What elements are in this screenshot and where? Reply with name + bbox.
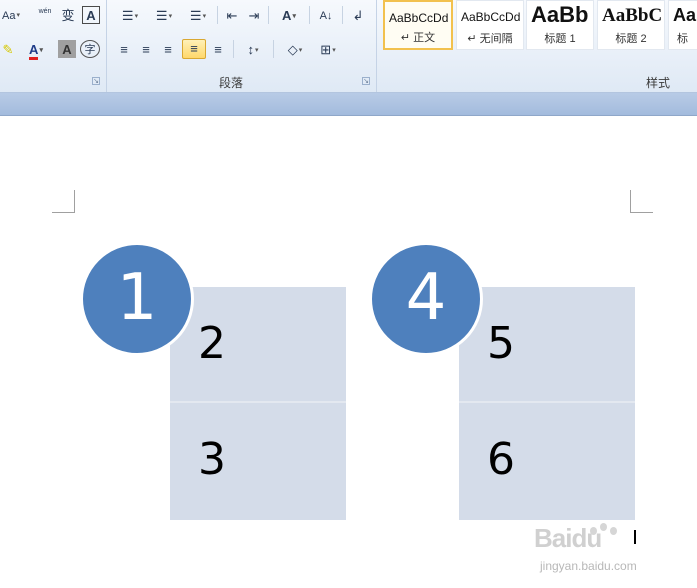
character-shading-icon: A [62,42,72,57]
bullets-button[interactable]: ☰▾ [114,6,146,24]
chinese-layout-button[interactable]: A▾ [274,6,304,24]
paw-icon [610,527,617,535]
toolbar-divider [233,40,234,58]
align-center-button[interactable]: ≡ [136,40,156,58]
character-border-button[interactable]: A [82,6,100,24]
ribbon-band [0,93,697,116]
numbering-button[interactable]: ☰▾ [148,6,180,24]
character-shading-button[interactable]: A [58,40,76,58]
group-separator [106,0,107,92]
align-right-button[interactable]: ≡ [158,40,178,58]
style-name: 标题 1 [544,33,576,45]
borders-button[interactable]: ⊞▾ [312,40,344,58]
distributed-align-icon: ≡ [214,42,222,57]
style-name: ↵ 正文 [400,32,436,44]
multilevel-list-button[interactable]: ☰▾ [182,6,214,24]
toolbar-divider [342,6,343,24]
line-spacing-button[interactable]: ↕▾ [238,40,268,58]
crop-mark-left [52,190,75,213]
cell-number: 2 [198,318,226,369]
cell-divider [170,401,346,403]
baidu-site: jingyan.baidu.com [540,559,637,573]
align-center-icon: ≡ [142,42,150,57]
change-case-icon: Aa [2,10,16,22]
multilevel-list-icon: ☰ [189,8,202,23]
sort-icon: A↓ [319,10,333,22]
cell-number: 5 [487,318,515,369]
style-name: 标题 2 [615,33,647,45]
paint-bucket-icon: ◇ [287,42,298,57]
show-hide-marks-button[interactable]: ↲ [348,6,368,24]
toolbar-divider [309,6,310,24]
phonetic-guide-icon: wén [38,8,52,15]
style-sample: AaBbCcDd [461,10,521,24]
toolbar-divider [217,6,218,24]
style-heading-2[interactable]: AaBbC 标题 2 [597,0,665,50]
enclose-characters-icon: 字 [84,44,96,56]
cell-number: 3 [198,434,226,485]
table-left[interactable] [170,287,346,520]
toolbar-divider [273,40,274,58]
increase-indent-icon: ⇥ [248,8,260,23]
style-sample: AaBb [531,2,589,27]
font-color-button[interactable]: A▾ [22,40,50,60]
distributed-align-button[interactable]: ≡ [208,40,228,58]
style-sample: AaBbC [602,5,663,26]
justify-icon: ≡ [190,41,198,56]
align-left-icon: ≡ [120,42,128,57]
ribbon: Aa▾ wén 变 A ✎ A▾ A 字 ☰▾ ☰▾ ☰▾ ⇤ ⇥ A▾ A↓ … [0,0,697,93]
paragraph-mark-icon: ↲ [352,8,364,23]
sort-button[interactable]: A↓ [314,6,338,24]
quick-styles-gallery: AaBbCcDd ↵ 正文 AaBbCcDd ↵ 无间隔 AaBb 标题 1 A… [383,0,697,52]
increase-indent-button[interactable]: ⇥ [244,6,264,24]
font-color-icon: A [29,42,39,60]
decrease-indent-button[interactable]: ⇤ [222,6,242,24]
style-normal[interactable]: AaBbCcDd ↵ 正文 [383,0,453,50]
number-circle[interactable]: 1 [80,242,194,356]
align-right-icon: ≡ [164,42,172,57]
style-sample: Aa [673,5,697,25]
group-separator [376,0,377,92]
baidu-watermark: Baidu jingyan.baidu.com [534,521,664,581]
number-circle[interactable]: 4 [369,242,483,356]
paragraph-dialog-launcher[interactable]: ↘ [362,77,370,85]
borders-icon: ⊞ [320,42,332,57]
phonetic-char-icon: 变 [61,8,75,23]
highlighter-icon: ✎ [2,42,14,57]
style-heading-1[interactable]: AaBb 标题 1 [526,0,594,50]
style-title[interactable]: Aa 标 [668,0,697,50]
decrease-indent-icon: ⇤ [226,8,238,23]
cell-divider [459,401,635,403]
style-no-spacing[interactable]: AaBbCcDd ↵ 无间隔 [456,0,524,50]
bullets-icon: ☰ [121,8,134,23]
phonetic-guide-button[interactable]: wén [36,6,54,24]
align-left-button[interactable]: ≡ [114,40,134,58]
cell-number: 6 [487,434,515,485]
character-border-icon: A [86,8,96,23]
line-spacing-icon: ↕ [247,42,254,57]
chinese-layout-icon: A [282,8,292,23]
paragraph-group-label: 段落 [219,76,244,90]
table-right[interactable] [459,287,635,520]
style-name: 标 [677,33,688,45]
paw-icon [600,523,607,531]
crop-mark-right [630,190,653,213]
change-case-button[interactable]: Aa▾ [0,6,22,24]
justify-button[interactable]: ≡ [182,39,206,59]
style-name: ↵ 无间隔 [467,33,513,45]
styles-group-label: 样式 [646,76,671,90]
highlight-button[interactable]: ✎ [0,40,16,58]
shading-button[interactable]: ◇▾ [280,40,310,58]
phonetic-char-button[interactable]: 变 [58,6,78,24]
font-dialog-launcher[interactable]: ↘ [92,77,100,85]
paw-icon [590,527,597,535]
numbering-icon: ☰ [155,8,168,23]
toolbar-divider [268,6,269,24]
enclose-characters-button[interactable]: 字 [80,40,100,58]
style-sample: AaBbCcDd [389,11,449,25]
